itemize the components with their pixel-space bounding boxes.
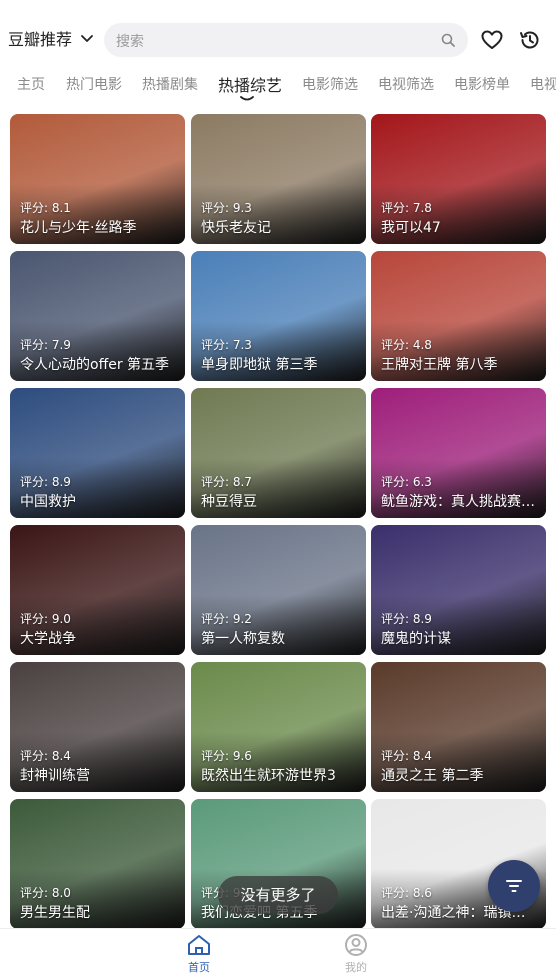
rating-label: 评分: 9.6 <box>201 749 252 763</box>
search-input[interactable]: 搜索 <box>104 23 468 57</box>
nav-home-label: 首页 <box>188 961 210 974</box>
rating-label: 评分: 9.3 <box>201 201 252 215</box>
poster-card[interactable]: 评分: 6.3 鱿鱼游戏：真人挑战赛 第一季 <box>371 388 546 518</box>
favorites-heart-icon[interactable] <box>480 28 504 52</box>
poster-title: 第一人称复数 <box>201 631 285 647</box>
poster-title: 令人心动的offer 第五季 <box>20 357 170 373</box>
poster-title: 既然出生就环游世界3 <box>201 768 336 784</box>
source-dropdown[interactable]: 豆瓣推荐 <box>8 26 94 50</box>
top-bar: 豆瓣推荐 搜索 <box>0 0 556 72</box>
poster-title: 鱿鱼游戏：真人挑战赛 第一季 <box>381 494 538 510</box>
home-icon <box>188 935 210 955</box>
active-tab-indicator <box>240 96 254 101</box>
poster-title: 花儿与少年·丝路季 <box>20 220 137 236</box>
rating-label: 评分: 8.7 <box>201 475 252 489</box>
poster-title: 魔鬼的计谋 <box>381 631 451 647</box>
poster-title: 封神训练营 <box>20 768 90 784</box>
poster-card[interactable]: 评分: 8.4 通灵之王 第二季 <box>371 662 546 792</box>
poster-card[interactable]: 评分: 9.3 快乐老友记 <box>191 114 366 244</box>
poster-card[interactable]: 评分: 8.0 男生男生配 <box>10 799 185 929</box>
rating-label: 评分: 7.3 <box>201 338 252 352</box>
tab-hot-series[interactable]: 热播剧集 <box>142 74 198 94</box>
tab-tv-filter[interactable]: 电视筛选 <box>378 74 434 94</box>
poster-card[interactable]: 评分: 7.3 单身即地狱 第三季 <box>191 251 366 381</box>
tab-home[interactable]: 主页 <box>17 74 45 94</box>
rating-label: 评分: 8.9 <box>381 612 432 626</box>
rating-label: 评分: 4.8 <box>381 338 432 352</box>
search-placeholder: 搜索 <box>116 34 144 50</box>
tab-hot-movies[interactable]: 热门电影 <box>66 74 122 94</box>
poster-title: 王牌对王牌 第八季 <box>381 357 498 373</box>
rating-label: 评分: 8.1 <box>20 201 71 215</box>
rating-label: 评分: 8.4 <box>381 749 432 763</box>
rating-label: 评分: 9.2 <box>201 612 252 626</box>
rating-label: 评分: 7.8 <box>381 201 432 215</box>
rating-label: 评分: 7.9 <box>20 338 71 352</box>
chevron-down-icon <box>81 35 93 42</box>
tab-hot-variety[interactable]: 热播综艺 <box>218 72 282 96</box>
user-icon <box>345 934 367 956</box>
poster-card[interactable]: 评分: 8.4 封神训练营 <box>10 662 185 792</box>
no-more-toast: 没有更多了 <box>218 876 338 914</box>
poster-title: 种豆得豆 <box>201 494 257 510</box>
poster-card[interactable]: 评分: 7.8 我可以47 <box>371 114 546 244</box>
rating-label: 评分: 9.0 <box>20 612 71 626</box>
poster-card[interactable]: 评分: 9.0 大学战争 <box>10 525 185 655</box>
rating-label: 评分: 8.4 <box>20 749 71 763</box>
bottom-nav: 首页 我的 <box>0 928 556 974</box>
filter-fab-button[interactable] <box>488 860 540 912</box>
poster-title: 我可以47 <box>381 220 441 236</box>
tab-movie-filter[interactable]: 电影筛选 <box>302 74 358 94</box>
poster-card[interactable]: 评分: 7.9 令人心动的offer 第五季 <box>10 251 185 381</box>
poster-card[interactable]: 评分: 8.9 中国救护 <box>10 388 185 518</box>
nav-mine-label: 我的 <box>345 961 367 974</box>
tab-movie-ranking[interactable]: 电影榜单 <box>454 74 510 94</box>
poster-title: 大学战争 <box>20 631 76 647</box>
search-icon <box>441 33 455 47</box>
poster-card[interactable]: 评分: 8.1 花儿与少年·丝路季 <box>10 114 185 244</box>
poster-title: 快乐老友记 <box>201 220 271 236</box>
poster-card[interactable]: 评分: 9.2 第一人称复数 <box>191 525 366 655</box>
rating-label: 评分: 8.0 <box>20 886 71 900</box>
poster-card[interactable]: 评分: 8.7 种豆得豆 <box>191 388 366 518</box>
nav-mine[interactable]: 我的 <box>336 933 376 974</box>
rating-label: 评分: 8.6 <box>381 886 432 900</box>
tab-tv[interactable]: 电视 <box>530 74 556 94</box>
poster-title: 单身即地狱 第三季 <box>201 357 318 373</box>
category-tabs: 主页 热门电影 热播剧集 热播综艺 电影筛选 电视筛选 电影榜单 电视 <box>0 72 556 108</box>
source-label: 豆瓣推荐 <box>8 30 73 49</box>
poster-card[interactable]: 评分: 8.9 魔鬼的计谋 <box>371 525 546 655</box>
rating-label: 评分: 8.9 <box>20 475 71 489</box>
poster-card[interactable]: 评分: 9.6 既然出生就环游世界3 <box>191 662 366 792</box>
nav-home[interactable]: 首页 <box>179 933 219 974</box>
filter-icon <box>506 880 522 892</box>
poster-title: 男生男生配 <box>20 905 90 921</box>
history-icon[interactable] <box>518 28 542 52</box>
poster-title: 通灵之王 第二季 <box>381 768 484 784</box>
poster-title: 中国救护 <box>20 494 76 510</box>
rating-label: 评分: 6.3 <box>381 475 432 489</box>
poster-card[interactable]: 评分: 4.8 王牌对王牌 第八季 <box>371 251 546 381</box>
